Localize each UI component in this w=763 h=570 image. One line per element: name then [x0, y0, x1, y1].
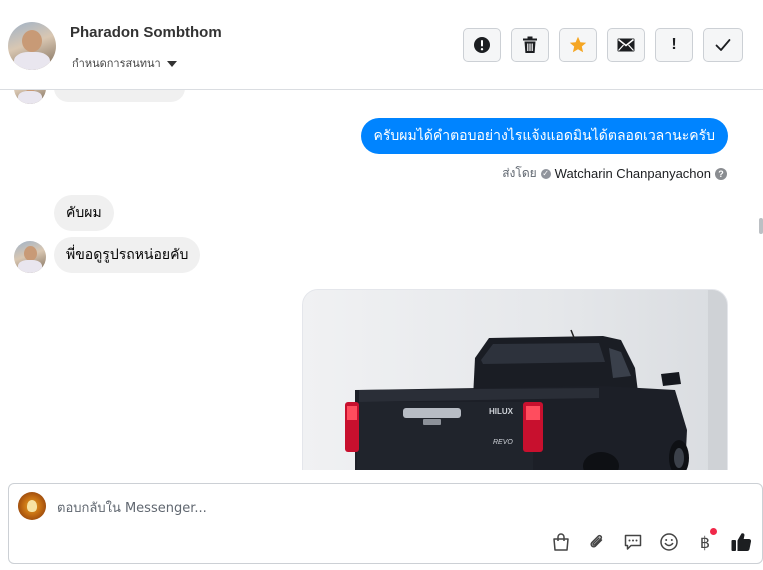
delete-button[interactable]: [511, 28, 549, 62]
checkmark-icon: [715, 39, 731, 51]
message-bubble-incoming: คับผม: [54, 195, 114, 231]
envelope-icon: [617, 38, 635, 52]
exclamation-circle-icon: [474, 37, 490, 53]
chevron-down-icon: [166, 61, 177, 67]
saved-replies-icon: [624, 534, 642, 550]
paperclip-icon: [590, 534, 603, 548]
exclamation-icon: !: [671, 36, 677, 53]
conversation-header: Pharadon Sombthom กำหนดการสนทนา !: [0, 0, 763, 90]
trash-icon: [523, 36, 537, 53]
hilux-badge: HILUX: [489, 407, 514, 416]
help-icon[interactable]: ?: [715, 167, 727, 180]
photo-attachment[interactable]: HILUX REVO: [302, 289, 728, 470]
page-avatar: [18, 492, 46, 520]
spam-button[interactable]: [463, 28, 501, 62]
shopping-bag-icon: [553, 533, 569, 551]
saved-replies-button[interactable]: [621, 530, 645, 554]
reply-composer: ฿: [8, 483, 763, 564]
star-button[interactable]: [559, 28, 597, 62]
done-button[interactable]: [703, 28, 743, 62]
payment-button[interactable]: ฿: [693, 528, 717, 554]
thumbs-up-icon: [731, 533, 752, 552]
contact-avatar-small: [14, 90, 46, 104]
contact-avatar-small: [14, 241, 46, 273]
sent-by-agent[interactable]: Watcharin Chanpanyachon: [555, 166, 711, 181]
message-bubble-outgoing: ครับผมได้คำตอบอย่างไรแจ้งแอดมินได้ตลอดเว…: [360, 118, 728, 154]
assign-conversation-dropdown[interactable]: กำหนดการสนทนา: [72, 54, 177, 72]
emoji-icon: [660, 533, 678, 551]
pickup-truck-photo: HILUX REVO: [303, 290, 727, 470]
sent-by-line: ส่งโดย ✓ Watcharin Chanpanyachon ?: [502, 164, 727, 183]
sent-by-label: ส่งโดย: [502, 166, 537, 180]
send-like-button[interactable]: [729, 530, 753, 554]
scrollbar-thumb[interactable]: [759, 218, 763, 234]
attach-file-button[interactable]: [585, 530, 609, 554]
message-bubble-incoming-truncated: [54, 90, 185, 102]
revo-badge: REVO: [493, 439, 513, 446]
message-bubble-incoming: พี่ขอดูรูปรถหน่อยคับ: [54, 237, 201, 273]
mark-unread-button[interactable]: [607, 28, 645, 62]
assign-conversation-label: กำหนดการสนทนา: [72, 57, 161, 70]
contact-name[interactable]: Pharadon Sombthom: [70, 24, 222, 41]
notification-dot: [710, 528, 717, 535]
reply-input[interactable]: [55, 498, 699, 518]
follow-up-button[interactable]: !: [655, 28, 693, 62]
emoji-button[interactable]: [657, 530, 681, 554]
message-thread[interactable]: ครับผมได้คำตอบอย่างไรแจ้งแอดมินได้ตลอดเว…: [0, 90, 763, 470]
verified-check-icon: ✓: [540, 168, 551, 179]
shopping-bag-button[interactable]: [549, 530, 573, 554]
contact-avatar[interactable]: [8, 22, 56, 70]
star-icon: [569, 36, 587, 53]
baht-payment-icon: ฿: [699, 532, 711, 552]
